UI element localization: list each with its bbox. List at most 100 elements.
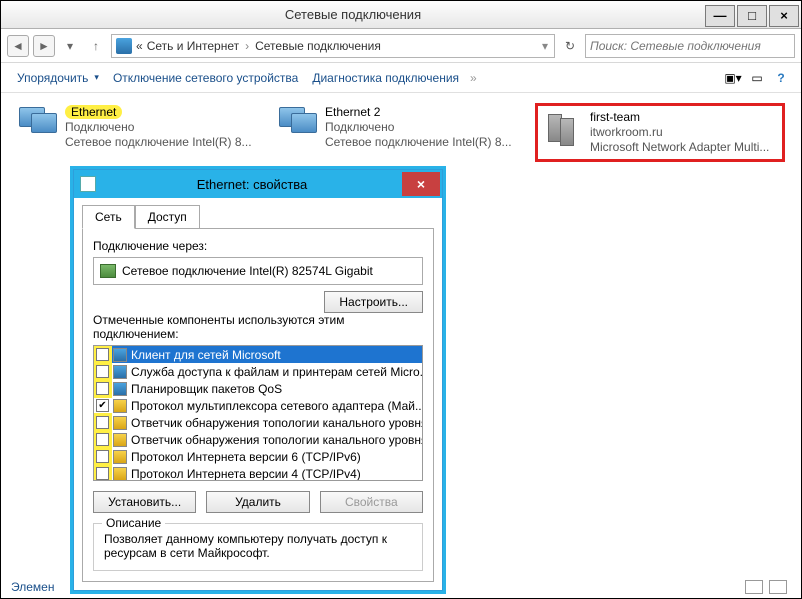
component-item[interactable]: Протокол Интернета версии 6 (TCP/IPv6)	[94, 448, 422, 465]
component-checkbox[interactable]	[96, 382, 109, 395]
close-button[interactable]: ×	[769, 5, 799, 27]
configure-button[interactable]: Настроить...	[324, 291, 423, 313]
connection-status: Подключено	[65, 120, 252, 135]
window-title: Сетевые подключения	[1, 7, 705, 22]
description-text: Позволяет данному компьютеру получать до…	[104, 532, 412, 560]
component-icon	[113, 348, 127, 362]
minimize-button[interactable]: —	[705, 5, 735, 27]
breadcrumb-item[interactable]: Сеть и Интернет	[147, 39, 239, 53]
component-icon	[113, 433, 127, 447]
component-label: Ответчик обнаружения топологии канальног…	[131, 416, 423, 430]
network-adapter-icon	[277, 105, 319, 145]
dialog-title: Ethernet: свойства	[102, 177, 402, 192]
tab-network[interactable]: Сеть	[82, 205, 135, 229]
tab-strip: Сеть Доступ	[74, 198, 442, 228]
connections-list: Ethernet Подключено Сетевое подключение …	[15, 103, 787, 162]
address-bar: ◄ ► ▾ ↑ « Сеть и Интернет › Сетевые подк…	[1, 29, 801, 63]
breadcrumb-root[interactable]: «	[136, 39, 143, 53]
connection-name: first-team	[590, 110, 769, 125]
components-label: Отмеченные компоненты используются этим …	[93, 313, 423, 341]
component-label: Протокол Интернета версии 6 (TCP/IPv6)	[131, 450, 361, 464]
component-icon	[113, 467, 127, 481]
properties-button[interactable]: Свойства	[320, 491, 423, 513]
adapter-name: Сетевое подключение Intel(R) 82574L Giga…	[122, 264, 373, 278]
view-layout-button[interactable]: ▣▾	[723, 69, 743, 87]
forward-button[interactable]: ►	[33, 35, 55, 57]
details-view-icon[interactable]	[745, 580, 763, 594]
organize-menu[interactable]: Упорядочить	[11, 67, 105, 89]
network-adapter-icon	[17, 105, 59, 145]
preview-pane-button[interactable]: ▭	[747, 69, 767, 87]
component-item[interactable]: Клиент для сетей Microsoft	[94, 346, 422, 363]
component-label: Протокол Интернета версии 4 (TCP/IPv4)	[131, 467, 361, 481]
dialog-close-button[interactable]: ×	[402, 172, 440, 196]
component-item[interactable]: Планировщик пакетов QoS	[94, 380, 422, 397]
window-titlebar: Сетевые подключения — □ ×	[1, 1, 801, 29]
description-label: Описание	[102, 516, 165, 530]
component-item[interactable]: ✔Протокол мультиплексора сетевого адапте…	[94, 397, 422, 414]
server-team-icon	[542, 110, 584, 150]
search-input[interactable]	[590, 39, 790, 53]
connection-item[interactable]: Ethernet Подключено Сетевое подключение …	[15, 103, 265, 162]
connection-device: Microsoft Network Adapter Multi...	[590, 140, 769, 155]
dialog-titlebar[interactable]: Ethernet: свойства ×	[74, 170, 442, 198]
properties-dialog: Ethernet: свойства × Сеть Доступ Подключ…	[73, 169, 443, 591]
component-checkbox[interactable]	[96, 467, 109, 480]
up-button[interactable]: ↑	[85, 35, 107, 57]
search-box[interactable]	[585, 34, 795, 58]
status-bar-text: Элемен	[11, 580, 54, 594]
back-button[interactable]: ◄	[7, 35, 29, 57]
connection-status: Подключено	[325, 120, 512, 135]
connect-using-label: Подключение через:	[93, 239, 423, 253]
component-icon	[113, 450, 127, 464]
uninstall-button[interactable]: Удалить	[206, 491, 309, 513]
description-group: Описание Позволяет данному компьютеру по…	[93, 523, 423, 571]
status-bar-view-icons	[745, 580, 787, 594]
nic-icon	[100, 264, 116, 278]
diagnose-button[interactable]: Диагностика подключения	[306, 67, 465, 89]
component-label: Ответчик обнаружения топологии канальног…	[131, 433, 423, 447]
dialog-icon	[80, 176, 96, 192]
chevron-right-icon: ›	[245, 39, 249, 53]
overflow-button[interactable]: »	[470, 71, 477, 85]
component-item[interactable]: Протокол Интернета версии 4 (TCP/IPv4)	[94, 465, 422, 481]
large-icons-view-icon[interactable]	[769, 580, 787, 594]
breadcrumb[interactable]: « Сеть и Интернет › Сетевые подключения …	[111, 34, 555, 58]
recent-dropdown[interactable]: ▾	[59, 35, 81, 57]
tab-sharing[interactable]: Доступ	[135, 205, 200, 229]
connection-device: Сетевое подключение Intel(R) 8...	[325, 135, 512, 150]
component-checkbox[interactable]	[96, 450, 109, 463]
connection-name: Ethernet 2	[325, 105, 512, 120]
breadcrumb-dropdown[interactable]: ▾	[542, 39, 548, 53]
component-item[interactable]: Служба доступа к файлам и принтерам сете…	[94, 363, 422, 380]
component-item[interactable]: Ответчик обнаружения топологии канальног…	[94, 431, 422, 448]
component-checkbox[interactable]: ✔	[96, 399, 109, 412]
tab-content: Подключение через: Сетевое подключение I…	[82, 228, 434, 582]
component-icon	[113, 365, 127, 379]
connection-domain: itworkroom.ru	[590, 125, 769, 140]
help-button[interactable]: ?	[771, 69, 791, 87]
maximize-button[interactable]: □	[737, 5, 767, 27]
install-button[interactable]: Установить...	[93, 491, 196, 513]
adapter-field: Сетевое подключение Intel(R) 82574L Giga…	[93, 257, 423, 285]
component-label: Служба доступа к файлам и принтерам сете…	[131, 365, 423, 379]
view-options: ▣▾ ▭ ?	[723, 69, 791, 87]
breadcrumb-item[interactable]: Сетевые подключения	[255, 39, 381, 53]
components-listbox[interactable]: Клиент для сетей Microsoft Служба доступа…	[93, 345, 423, 481]
component-item[interactable]: Ответчик обнаружения топологии канальног…	[94, 414, 422, 431]
component-label: Клиент для сетей Microsoft	[131, 348, 281, 362]
component-icon	[113, 382, 127, 396]
disable-device-button[interactable]: Отключение сетевого устройства	[107, 67, 304, 89]
refresh-button[interactable]: ↻	[559, 35, 581, 57]
titlebar-buttons: — □ ×	[705, 3, 801, 27]
connection-item[interactable]: first-team itworkroom.ru Microsoft Netwo…	[535, 103, 785, 162]
location-icon	[116, 38, 132, 54]
component-icon	[113, 416, 127, 430]
component-checkbox[interactable]	[96, 348, 109, 361]
component-label: Планировщик пакетов QoS	[131, 382, 282, 396]
component-checkbox[interactable]	[96, 433, 109, 446]
component-checkbox[interactable]	[96, 365, 109, 378]
connection-item[interactable]: Ethernet 2 Подключено Сетевое подключени…	[275, 103, 525, 162]
command-bar: Упорядочить Отключение сетевого устройст…	[1, 63, 801, 93]
component-checkbox[interactable]	[96, 416, 109, 429]
